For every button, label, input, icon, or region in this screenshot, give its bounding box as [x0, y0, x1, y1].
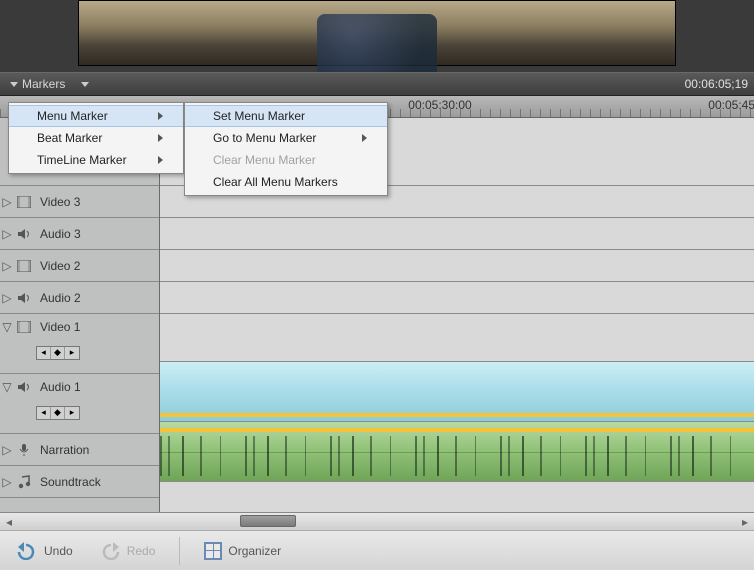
- track-headers: ▷ Video 3 ▷ Audio 3 ▷ Video 2: [0, 118, 160, 512]
- scroll-right-icon[interactable]: ▸: [736, 513, 754, 531]
- menu-item-menu-marker[interactable]: Menu Marker: [9, 105, 183, 127]
- scroll-thumb[interactable]: [240, 515, 296, 527]
- film-icon: [14, 260, 34, 272]
- redo-button[interactable]: Redo: [93, 538, 162, 564]
- menu-item-clear-all-menu-markers[interactable]: Clear All Menu Markers: [185, 171, 387, 193]
- lane-audio3[interactable]: [160, 218, 754, 250]
- ruler-tick-label: 00:05:30:00: [408, 98, 471, 112]
- menu-item-label: Go to Menu Marker: [213, 131, 316, 145]
- divider: [179, 537, 180, 565]
- track-header-audio1[interactable]: ▽ Audio 1 ◂◆▸: [0, 374, 159, 434]
- waveform-midline: [160, 452, 754, 453]
- track-display-toggle[interactable]: ◂◆▸: [36, 346, 80, 360]
- track-display-toggle[interactable]: ◂◆▸: [36, 406, 80, 420]
- markers-context-menu: Menu Marker Beat Marker TimeLine Marker: [8, 102, 184, 174]
- menu-item-label: Clear All Menu Markers: [213, 175, 338, 189]
- submenu-caret-icon: [158, 134, 163, 142]
- microphone-icon: [14, 443, 34, 457]
- lane-narration[interactable]: [160, 482, 754, 512]
- menu-item-go-to-menu-marker[interactable]: Go to Menu Marker: [185, 127, 387, 149]
- expand-icon[interactable]: ▷: [0, 475, 14, 489]
- music-note-icon: [14, 475, 34, 489]
- track-header-soundtrack[interactable]: ▷ Soundtrack: [0, 466, 159, 498]
- clip-video1[interactable]: [160, 362, 754, 422]
- menu-item-label: Clear Menu Marker: [213, 153, 316, 167]
- lane-audio2[interactable]: [160, 282, 754, 314]
- track-label: Narration: [40, 443, 89, 457]
- track-header-video2[interactable]: ▷ Video 2: [0, 250, 159, 282]
- track-header-video3[interactable]: ▷ Video 3: [0, 186, 159, 218]
- menu-item-label: TimeLine Marker: [37, 153, 127, 167]
- expand-icon[interactable]: ▷: [0, 195, 14, 209]
- film-icon: [14, 196, 34, 208]
- track-label: Video 3: [40, 195, 80, 209]
- track-label: Video 2: [40, 259, 80, 273]
- preview-frame: [78, 0, 676, 66]
- speaker-icon: [14, 228, 34, 240]
- menu-item-clear-menu-marker[interactable]: Clear Menu Marker: [185, 149, 387, 171]
- markers-toolbar: Markers 00:06:05;19: [0, 72, 754, 96]
- scroll-left-icon[interactable]: ◂: [0, 513, 18, 531]
- submenu-caret-icon: [158, 112, 163, 120]
- organizer-label: Organizer: [228, 544, 281, 558]
- collapse-icon[interactable]: ▽: [0, 320, 14, 334]
- expand-icon[interactable]: ▷: [0, 443, 14, 457]
- expand-icon[interactable]: ▷: [0, 259, 14, 273]
- lane-gap: [160, 314, 754, 362]
- menu-item-beat-marker[interactable]: Beat Marker: [9, 127, 183, 149]
- menu-item-label: Set Menu Marker: [213, 109, 305, 123]
- film-icon: [14, 321, 34, 333]
- menu-item-label: Beat Marker: [37, 131, 102, 145]
- track-label: Soundtrack: [40, 475, 101, 489]
- redo-icon: [99, 542, 121, 560]
- markers-label: Markers: [22, 77, 65, 91]
- menu-marker-submenu: Set Menu Marker Go to Menu Marker Clear …: [184, 102, 388, 196]
- speaker-icon: [14, 292, 34, 304]
- chevron-down-icon: [81, 82, 89, 87]
- track-header-audio3[interactable]: ▷ Audio 3: [0, 218, 159, 250]
- submenu-caret-icon: [158, 156, 163, 164]
- track-label: Video 1: [40, 320, 80, 334]
- waveform-icon: [160, 456, 754, 476]
- track-header-narration[interactable]: ▷ Narration: [0, 434, 159, 466]
- organizer-button[interactable]: Organizer: [198, 538, 287, 564]
- bottom-toolbar: Undo Redo Organizer: [0, 530, 754, 570]
- track-label: Audio 3: [40, 227, 81, 241]
- expand-icon[interactable]: ▷: [0, 291, 14, 305]
- menu-item-set-menu-marker[interactable]: Set Menu Marker: [185, 105, 387, 127]
- preview-monitor: [0, 0, 754, 72]
- undo-button[interactable]: Undo: [10, 538, 79, 564]
- submenu-caret-icon: [362, 134, 367, 142]
- speaker-icon: [14, 381, 34, 393]
- clip-audio1[interactable]: [160, 422, 754, 482]
- ruler-tick-label: 00:05:45:00: [708, 98, 754, 112]
- timeline-hscroll[interactable]: ◂ ▸: [0, 512, 754, 530]
- lane-video2[interactable]: [160, 250, 754, 282]
- undo-label: Undo: [44, 544, 73, 558]
- playhead-timecode: 00:06:05;19: [685, 77, 748, 91]
- chevron-down-icon: [10, 82, 18, 87]
- track-header-video1[interactable]: ▽ Video 1 ◂◆▸: [0, 314, 159, 374]
- waveform-icon: [160, 436, 754, 456]
- track-label: Audio 1: [40, 380, 81, 394]
- organizer-icon: [204, 542, 222, 560]
- track-label: Audio 2: [40, 291, 81, 305]
- collapse-icon[interactable]: ▽: [0, 380, 14, 394]
- menu-item-label: Menu Marker: [37, 109, 108, 123]
- markers-menu-button[interactable]: Markers: [6, 75, 93, 93]
- undo-icon: [16, 542, 38, 560]
- track-header-audio2[interactable]: ▷ Audio 2: [0, 282, 159, 314]
- redo-label: Redo: [127, 544, 156, 558]
- menu-item-timeline-marker[interactable]: TimeLine Marker: [9, 149, 183, 171]
- expand-icon[interactable]: ▷: [0, 227, 14, 241]
